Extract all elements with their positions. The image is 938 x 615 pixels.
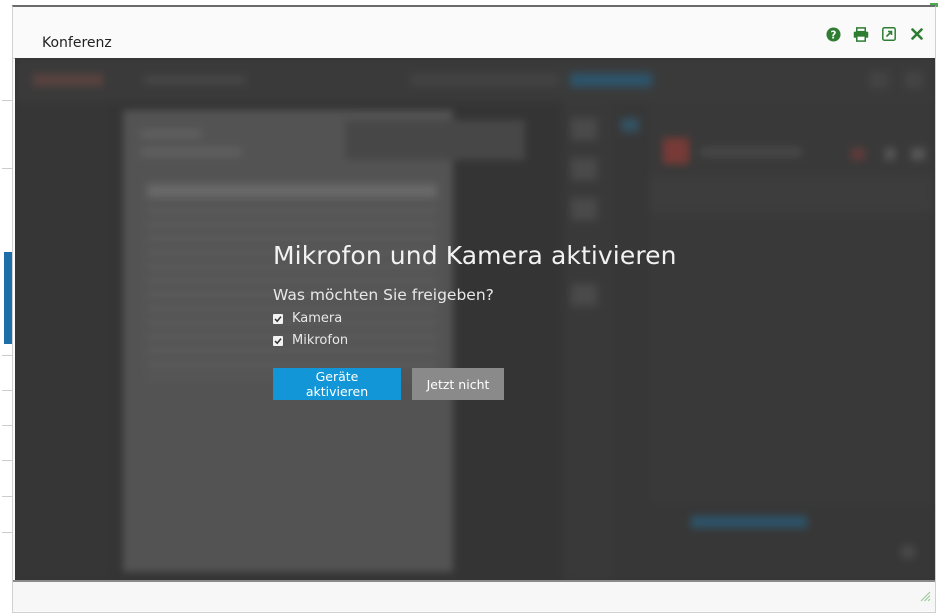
resize-grip-icon[interactable] bbox=[919, 589, 931, 607]
divider bbox=[2, 168, 12, 169]
divider bbox=[2, 100, 12, 101]
divider bbox=[2, 390, 12, 391]
activate-devices-button[interactable]: Geräte aktivieren bbox=[273, 368, 401, 400]
divider bbox=[2, 496, 12, 497]
popout-icon[interactable] bbox=[881, 26, 897, 42]
dialog-titlebar[interactable]: Konferenz ? bbox=[13, 7, 935, 59]
microphone-option[interactable]: Mikrofon bbox=[273, 333, 677, 348]
camera-checkbox[interactable] bbox=[273, 313, 283, 324]
conference-content: Mikrofon und Kamera aktivieren Was möcht… bbox=[15, 58, 935, 580]
microphone-checkbox[interactable] bbox=[273, 335, 283, 346]
divider bbox=[2, 460, 12, 461]
camera-option-label: Kamera bbox=[292, 311, 343, 326]
divider bbox=[2, 532, 12, 533]
help-icon[interactable]: ? bbox=[825, 26, 841, 42]
microphone-option-label: Mikrofon bbox=[292, 333, 349, 348]
dialog-title: Konferenz bbox=[42, 35, 112, 51]
background-blue-block bbox=[4, 252, 12, 344]
device-permission-modal: Mikrofon und Kamera aktivieren Was möcht… bbox=[273, 241, 677, 400]
camera-option[interactable]: Kamera bbox=[273, 311, 677, 326]
print-icon[interactable] bbox=[853, 26, 869, 42]
modal-title: Mikrofon und Kamera aktivieren bbox=[273, 241, 677, 270]
dialog-toolbar: ? bbox=[825, 26, 925, 42]
conference-dialog: Konferenz ? Mikrofon und Kamera aktivier… bbox=[12, 5, 936, 613]
modal-actions: Geräte aktivieren Jetzt nicht bbox=[273, 368, 677, 400]
modal-subtitle: Was möchten Sie freigeben? bbox=[273, 286, 494, 304]
svg-text:?: ? bbox=[830, 29, 836, 41]
divider bbox=[2, 425, 12, 426]
dialog-footer bbox=[13, 580, 935, 611]
not-now-button[interactable]: Jetzt nicht bbox=[412, 368, 504, 400]
divider bbox=[2, 355, 12, 356]
close-icon[interactable] bbox=[909, 26, 925, 42]
background-page-edge bbox=[0, 0, 12, 615]
